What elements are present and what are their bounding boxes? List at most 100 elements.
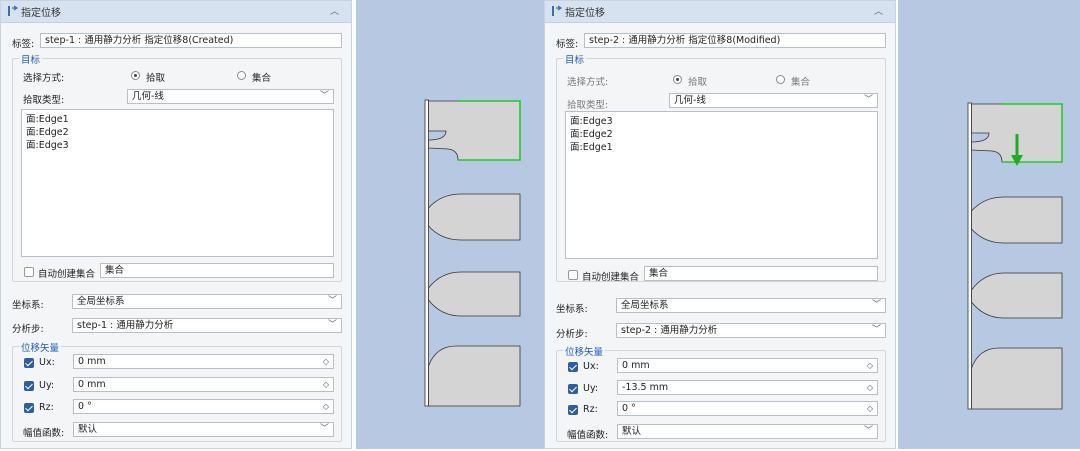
displacement-group-title: 位移矢量 [19,340,62,354]
amplitude-select[interactable]: 默认 ﹀ [73,422,334,437]
spinner-icon[interactable]: ◇ [867,359,873,372]
right-displacement-panel: 指定位移 ︿ 标签: step-2 : 通用静力分析 指定位移8(Modifie… [544,0,896,449]
amplitude-value: 默认 [622,426,642,437]
chevron-up-icon[interactable]: ︿ [874,4,883,17]
rz-checkbox[interactable] [568,405,578,415]
chevron-down-icon: ﹀ [871,325,881,335]
pick-type-label: 拾取类型: [567,100,609,111]
uy-checkbox[interactable] [24,381,34,391]
rz-value: 0 ° [622,403,636,414]
coord-value: 全局坐标系 [621,300,669,311]
spinner-icon[interactable]: ◇ [323,355,329,368]
target-list-item[interactable]: 面:Edge2 [570,128,873,141]
chevron-down-icon: ﹀ [327,296,337,306]
target-list-item[interactable]: 面:Edge1 [570,141,873,154]
step-select[interactable]: step-1 : 通用静力分析 ﹀ [72,318,342,333]
coord-select[interactable]: 全局坐标系 ﹀ [616,298,886,313]
ux-spinbox[interactable]: 0 mm ◇ [617,358,878,373]
displacement-group-title: 位移矢量 [563,344,606,358]
step-label: 分析步: [556,329,588,340]
uy-spinbox[interactable]: -13.5 mm ◇ [617,380,878,395]
selection-method-label: 选择方式: [567,77,609,88]
label-caption: 标签: [12,39,35,50]
panel-titlebar: 指定位移 ︿ [1,1,351,23]
chevron-down-icon: ﹀ [319,91,329,101]
uy-label: Uy: [583,383,599,394]
chevron-down-icon: ﹀ [319,424,329,434]
target-group-title: 目标 [563,52,587,66]
step-select[interactable]: step-2 : 通用静力分析 ﹀ [616,323,886,338]
pick-type-label: 拾取类型: [23,95,65,106]
step-value: step-1 : 通用静力分析 [77,320,174,331]
auto-create-set-checkbox[interactable] [568,270,578,280]
coord-select[interactable]: 全局坐标系 ﹀ [72,294,342,309]
pick-type-select[interactable]: 几何-线 ﹀ [669,93,878,108]
target-list-item[interactable]: 面:Edge3 [570,115,873,128]
spinner-icon[interactable]: ◇ [867,402,873,415]
rz-spinbox[interactable]: 0 ° ◇ [73,399,334,414]
ux-value: 0 mm [78,356,106,367]
coord-label: 坐标系: [12,300,44,311]
uy-value: 0 mm [78,379,106,390]
panel-title: 指定位移 [565,8,605,19]
rz-label: Rz: [583,404,598,415]
left-model-canvas [424,99,521,407]
ux-spinbox[interactable]: 0 mm ◇ [73,354,334,369]
pick-type-value: 几何-线 [132,91,164,102]
selection-method-label: 选择方式: [23,73,65,84]
ux-checkbox[interactable] [24,358,34,368]
target-list-item[interactable]: 面:Edge2 [26,126,329,139]
coord-label: 坐标系: [556,304,588,315]
rz-checkbox[interactable] [24,403,34,413]
rz-value: 0 ° [78,401,92,412]
spinner-icon[interactable]: ◇ [323,400,329,413]
chevron-down-icon: ﹀ [871,300,881,310]
radio-pick[interactable] [131,71,140,80]
pick-type-select[interactable]: 几何-线 ﹀ [127,89,334,104]
radio-pick-label: 拾取 [688,77,708,88]
displacement-icon [552,5,563,16]
chevron-down-icon: ﹀ [863,95,873,105]
step-label: 分析步: [12,324,44,335]
label-field[interactable]: step-1 : 通用静力分析 指定位移8(Created) [40,33,342,48]
ux-label: Ux: [583,361,599,372]
amplitude-value: 默认 [78,424,98,435]
ux-label: Ux: [39,357,55,368]
auto-create-set-checkbox[interactable] [24,267,34,277]
right-viewport[interactable] [898,0,1080,449]
rz-spinbox[interactable]: 0 ° ◇ [617,401,878,416]
radio-set[interactable] [776,75,785,84]
label-caption: 标签: [556,39,579,50]
uy-spinbox[interactable]: 0 mm ◇ [73,377,334,392]
right-model-canvas [967,102,1063,410]
set-name-field[interactable]: 集合 [644,266,878,281]
radio-pick[interactable] [673,75,682,84]
panel-title: 指定位移 [21,8,61,19]
uy-checkbox[interactable] [568,384,578,394]
amplitude-label: 幅值函数: [567,430,609,441]
coord-value: 全局坐标系 [77,296,125,307]
target-list-item[interactable]: 面:Edge3 [26,139,329,152]
radio-set[interactable] [237,71,246,80]
chevron-down-icon: ﹀ [327,320,337,330]
displacement-icon [8,5,19,16]
panel-titlebar: 指定位移 ︿ [545,1,895,23]
target-list-item[interactable]: 面:Edge1 [26,113,329,126]
spinner-icon[interactable]: ◇ [323,378,329,391]
label-field[interactable]: step-2 : 通用静力分析 指定位移8(Modified) [584,33,886,48]
radio-pick-label: 拾取 [146,73,166,84]
left-displacement-panel: 指定位移 ︿ 标签: step-1 : 通用静力分析 指定位移8(Created… [0,0,352,449]
radio-set-label: 集合 [791,77,811,88]
amplitude-select[interactable]: 默认 ﹀ [617,424,878,439]
target-group-title: 目标 [19,52,43,66]
chevron-down-icon: ﹀ [863,426,873,436]
left-viewport[interactable] [356,0,544,449]
ux-value: 0 mm [622,360,650,371]
step-value: step-2 : 通用静力分析 [621,325,718,336]
chevron-up-icon[interactable]: ︿ [330,4,339,17]
set-name-field[interactable]: 集合 [100,263,334,278]
target-list[interactable]: 面:Edge1 面:Edge2 面:Edge3 [21,109,334,257]
ux-checkbox[interactable] [568,362,578,372]
target-list[interactable]: 面:Edge3 面:Edge2 面:Edge1 [565,111,878,259]
spinner-icon[interactable]: ◇ [867,381,873,394]
